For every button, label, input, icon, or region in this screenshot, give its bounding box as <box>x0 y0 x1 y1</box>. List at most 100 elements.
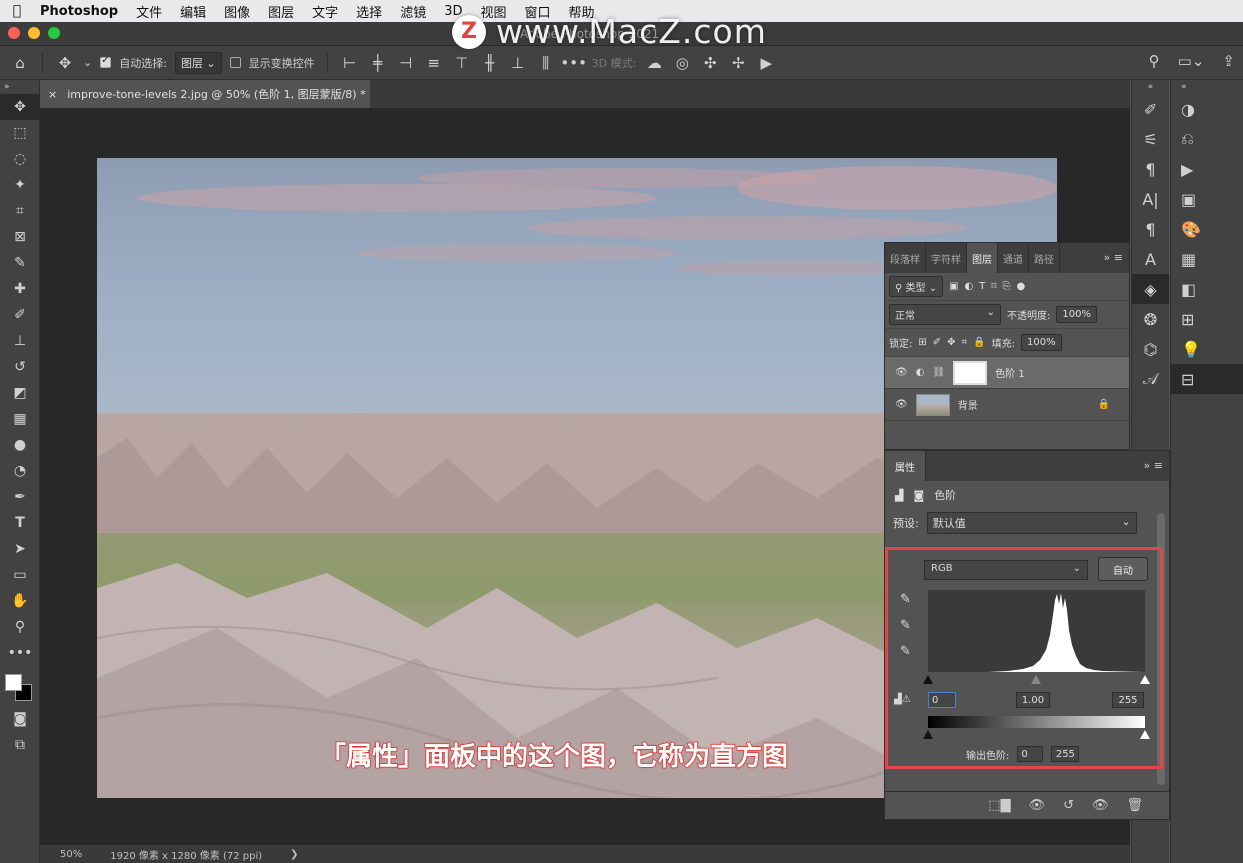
mask-mode-icon[interactable]: ◙ <box>913 489 924 502</box>
layer-name[interactable]: 色阶 1 <box>995 365 1025 380</box>
delete-layer-icon[interactable]: 🗑 <box>1126 798 1143 813</box>
hand-tool-icon[interactable]: ✋ <box>0 588 40 614</box>
reset-adjustments-icon[interactable]: ↺ <box>1063 798 1074 813</box>
filter-shape-icon[interactable]: ⌑ <box>991 281 996 292</box>
menu-image[interactable]: 图像 <box>215 2 259 21</box>
clone-stamp-tool-icon[interactable]: ⊥ <box>0 328 40 354</box>
properties-icon[interactable]: ⊟ <box>1171 364 1243 394</box>
paths-icon[interactable]: ⌬ <box>1132 334 1169 364</box>
view-previous-state-icon[interactable]: 👁 <box>1029 798 1046 813</box>
align-center-icon[interactable]: ╪ <box>368 53 388 73</box>
align-top-icon[interactable]: ⊤ <box>452 53 472 73</box>
link-icon[interactable]: ⛓ <box>932 367 945 378</box>
histogram-mode-icon[interactable]: ▟ <box>895 489 903 502</box>
swatches-icon[interactable]: ▦ <box>1171 244 1243 274</box>
lock-transparency-icon[interactable]: ⊞ <box>918 337 926 348</box>
tool-preset-chevron-icon[interactable]: ⌄ <box>83 56 92 69</box>
workspace-icon[interactable]: ▭⌄ <box>1178 52 1205 70</box>
brushes-icon[interactable]: ⚟ <box>1132 124 1169 154</box>
align-bottom-icon[interactable]: ⊥ <box>508 53 528 73</box>
menu-select[interactable]: 选择 <box>347 2 391 21</box>
eraser-tool-icon[interactable]: ◩ <box>0 380 40 406</box>
orbit-3d-icon[interactable]: ☁ <box>644 53 664 73</box>
panel-menu-icon[interactable]: » ≡ <box>1104 251 1123 264</box>
layer-filter-dropdown[interactable]: ⚲ 类型 ⌄ <box>889 276 944 297</box>
output-black-slider[interactable] <box>923 730 933 739</box>
path-selection-tool-icon[interactable]: ➤ <box>0 536 40 562</box>
screen-mode-icon[interactable]: ⧉ <box>0 732 40 758</box>
healing-brush-tool-icon[interactable]: ✚ <box>0 276 40 302</box>
lock-position-icon[interactable]: ✥ <box>947 337 955 348</box>
close-window-button[interactable] <box>8 27 20 39</box>
actions-icon[interactable]: ▶ <box>1171 154 1243 184</box>
zoom-tool-icon[interactable]: ⚲ <box>0 614 40 640</box>
zoom-level[interactable]: 50% <box>60 849 82 860</box>
drag-3d-icon[interactable]: ✣ <box>700 53 720 73</box>
filter-smart-object-icon[interactable]: ⎘ <box>1003 281 1011 292</box>
filter-toggle-icon[interactable]: ● <box>1017 281 1026 292</box>
align-middle-icon[interactable]: ╫ <box>480 53 500 73</box>
input-black-field[interactable]: 0 <box>928 692 956 708</box>
show-transform-checkbox[interactable] <box>229 57 241 68</box>
opacity-input[interactable]: 100% <box>1056 306 1097 323</box>
camera-3d-icon[interactable]: ▶ <box>756 53 776 73</box>
menu-file[interactable]: 文件 <box>127 2 171 21</box>
align-right-icon[interactable]: ⊣ <box>396 53 416 73</box>
slide-3d-icon[interactable]: ✢ <box>728 53 748 73</box>
menu-app[interactable]: Photoshop <box>34 4 127 19</box>
rectangle-tool-icon[interactable]: ▭ <box>0 562 40 588</box>
tab-layers[interactable]: 图层 <box>967 243 998 273</box>
distribute-icon[interactable]: ≡ <box>424 53 444 73</box>
layers-icon[interactable]: ◈ <box>1132 274 1169 304</box>
layer-mask-thumbnail[interactable] <box>953 360 988 385</box>
history-brush-tool-icon[interactable]: ↺ <box>0 354 40 380</box>
lock-pixels-icon[interactable]: ✐ <box>933 337 941 348</box>
auto-select-dropdown[interactable]: 图层 ⌄ <box>174 51 222 74</box>
patterns-icon[interactable]: ⊞ <box>1171 304 1243 334</box>
color-icon[interactable]: 🎨 <box>1171 214 1243 244</box>
tab-properties[interactable]: 属性 <box>885 451 926 481</box>
menu-edit[interactable]: 编辑 <box>171 2 215 21</box>
foreground-color-swatch[interactable] <box>5 674 22 691</box>
move-tool-icon[interactable]: ✥ <box>0 94 40 120</box>
layer-name[interactable]: 背景 <box>958 397 978 412</box>
tab-channels[interactable]: 通道 <box>998 243 1029 273</box>
home-icon[interactable]: ⌂ <box>10 53 30 73</box>
more-options-icon[interactable]: ••• <box>560 53 587 73</box>
clip-to-layer-icon[interactable]: ⬚▇ <box>988 798 1010 813</box>
learn-icon[interactable]: 💡 <box>1171 334 1243 364</box>
lasso-tool-icon[interactable]: ◌ <box>0 146 40 172</box>
zoom-window-button[interactable] <box>48 27 60 39</box>
paragraph-icon[interactable]: ¶ <box>1132 154 1169 184</box>
roll-3d-icon[interactable]: ◎ <box>672 53 692 73</box>
dodge-tool-icon[interactable]: ◔ <box>0 458 40 484</box>
crop-tool-icon[interactable]: ⌗ <box>0 198 40 224</box>
blur-tool-icon[interactable]: ● <box>0 432 40 458</box>
document-tab[interactable]: × improve-tone-levels 2.jpg @ 50% (色阶 1,… <box>40 80 370 108</box>
output-white-slider[interactable] <box>1140 730 1150 739</box>
tab-paths[interactable]: 路径 <box>1029 243 1060 273</box>
tab-character-styles[interactable]: 字符样 <box>926 243 967 273</box>
collapse-strip-2-icon[interactable]: « <box>1171 80 1243 94</box>
toggle-visibility-icon[interactable]: 👁 <box>1092 798 1109 813</box>
share-icon[interactable]: ⇪ <box>1222 52 1235 70</box>
minimize-window-button[interactable] <box>28 27 40 39</box>
gradients-icon[interactable]: ◧ <box>1171 274 1243 304</box>
menu-type[interactable]: 文字 <box>303 2 347 21</box>
tab-paragraph-styles[interactable]: 段落样 <box>885 243 926 273</box>
auto-button[interactable]: 自动 <box>1098 557 1148 581</box>
auto-select-checkbox[interactable] <box>100 55 112 68</box>
white-point-eyedropper-icon[interactable]: ✎ <box>900 644 911 659</box>
character-icon[interactable]: A| <box>1132 184 1169 214</box>
brush-settings-icon[interactable]: ✐ <box>1132 94 1169 124</box>
output-white-field[interactable]: 255 <box>1051 746 1080 762</box>
input-gamma-slider[interactable] <box>1031 675 1041 684</box>
align-left-icon[interactable]: ⊢ <box>340 53 360 73</box>
clipping-warning-icon[interactable]: ▟⚠ <box>894 694 911 705</box>
lock-artboard-icon[interactable]: ⌗ <box>962 337 968 348</box>
visibility-eye-icon[interactable]: 👁 <box>895 399 908 410</box>
channels-icon[interactable]: ❂ <box>1132 304 1169 334</box>
layer-row-levels[interactable]: 👁 ◐ ⛓ 色阶 1 <box>885 357 1129 389</box>
panel-menu-icon[interactable]: » ≡ <box>1144 459 1163 472</box>
type-tool-icon[interactable]: T <box>0 510 40 536</box>
